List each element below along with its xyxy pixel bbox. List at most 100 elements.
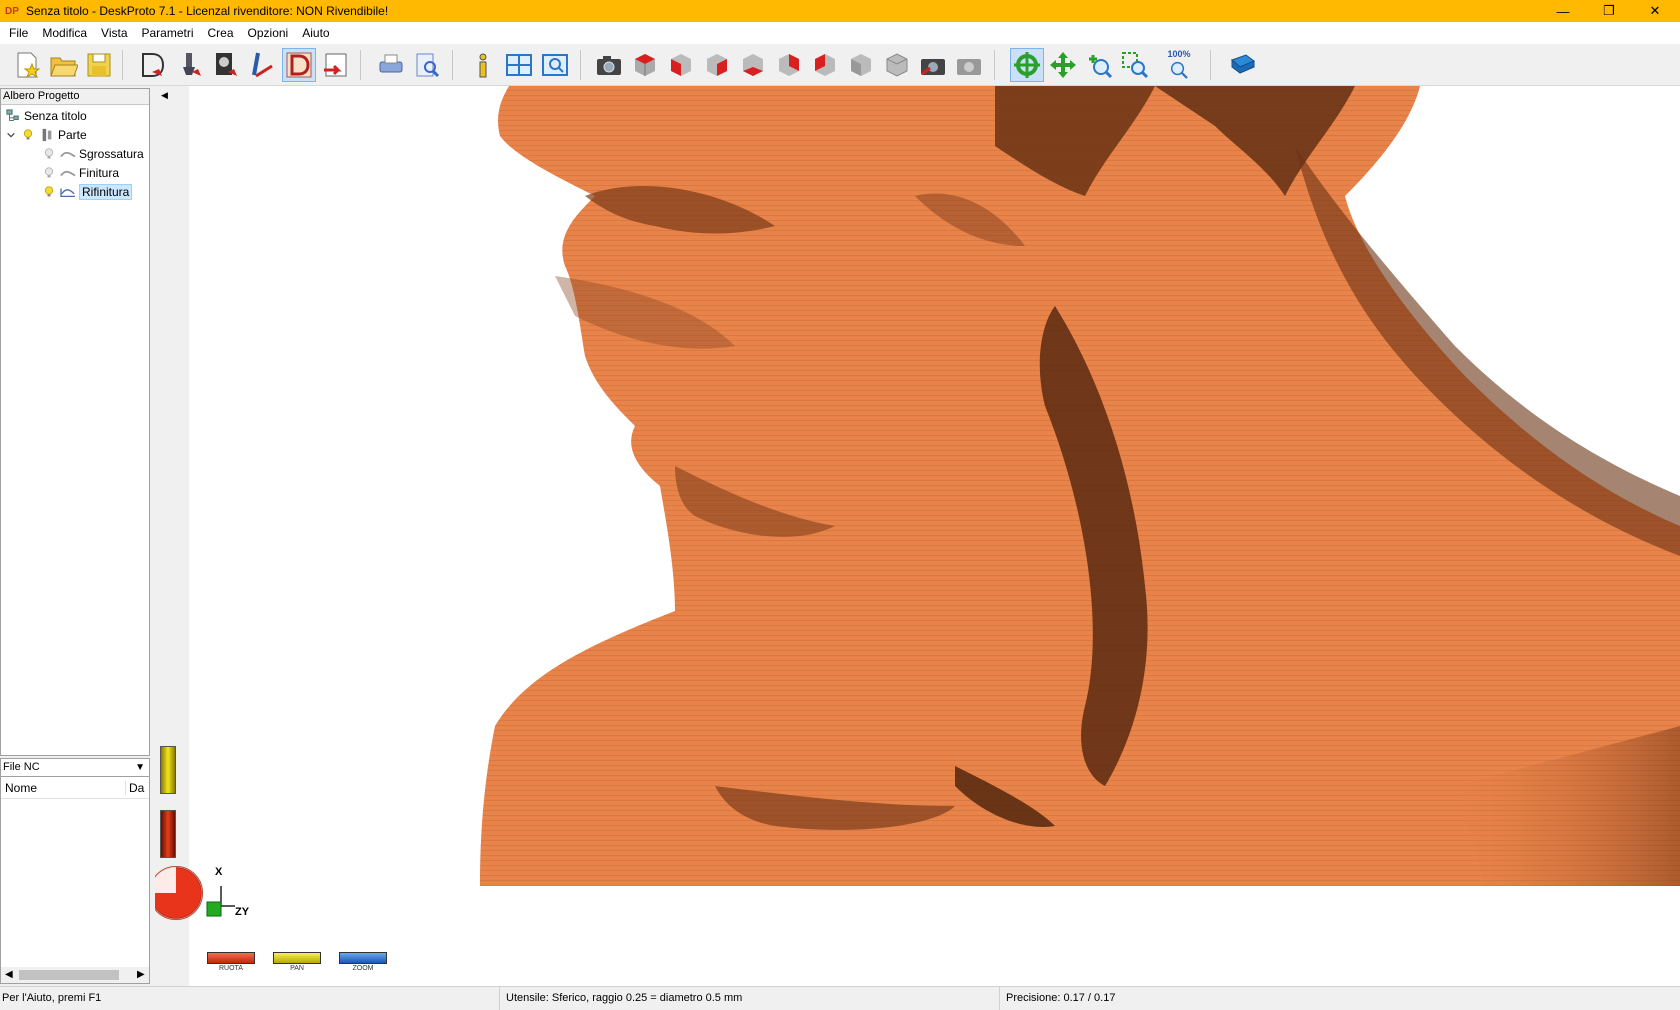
window-title: Senza titolo - DeskProto 7.1 - Licenzal … — [26, 4, 389, 18]
status-bar: Per l'Aiuto, premi F1 Utensile: Sferico,… — [0, 986, 1680, 1010]
tree-node-rifinitura[interactable]: Rifinitura — [41, 183, 133, 201]
toolpath-icon — [60, 165, 76, 181]
toolpath-icon — [60, 184, 76, 200]
tree-node-finitura[interactable]: Finitura — [41, 164, 119, 182]
zoom-mode-label: ZOOM — [352, 965, 374, 972]
view-iso-icon[interactable] — [628, 48, 662, 82]
rotate-mode-button[interactable]: RUOTA — [207, 952, 255, 974]
view-gray-icon[interactable] — [880, 48, 914, 82]
tree-finitura-label: Finitura — [79, 166, 120, 180]
scroll-left-icon[interactable]: ◀ — [5, 967, 13, 983]
new-file-icon[interactable] — [10, 48, 44, 82]
scrollbar-thumb[interactable] — [19, 970, 119, 980]
book-icon[interactable] — [1226, 48, 1260, 82]
menu-bar: File Modifica Vista Parametri Crea Opzio… — [0, 22, 1680, 44]
nc-file-dropdown[interactable]: File NC ▼ — [1, 759, 149, 777]
camera-gray-icon[interactable] — [952, 48, 986, 82]
tree-node-parte[interactable]: Parte — [5, 126, 87, 144]
menu-crea[interactable]: Crea — [201, 23, 241, 43]
nc-file-dropdown-label: File NC — [3, 761, 40, 773]
tile-view-icon[interactable] — [502, 48, 536, 82]
zoom-mode-button[interactable]: ZOOM — [339, 952, 387, 974]
status-precision: Precisione: 0.17 / 0.17 — [1006, 992, 1116, 1004]
menu-vista[interactable]: Vista — [94, 23, 134, 43]
axis-cube-icon — [206, 886, 235, 917]
status-tool: Utensile: Sferico, raggio 0.25 = diametr… — [504, 987, 1000, 1010]
app-logo-icon: DP — [5, 5, 19, 17]
menu-file[interactable]: File — [2, 23, 35, 43]
restore-button[interactable]: ❐ — [1586, 0, 1632, 22]
lightbulb-off-icon[interactable] — [41, 165, 57, 181]
part-icon — [39, 127, 55, 143]
tree-node-root[interactable]: Senza titolo — [5, 107, 87, 125]
print-icon[interactable] — [374, 48, 408, 82]
tree-rifinitura-label: Rifinitura — [79, 184, 133, 200]
chevron-down-icon[interactable] — [5, 127, 17, 143]
zoom-window-icon[interactable] — [1118, 48, 1152, 82]
tool-params-icon[interactable] — [244, 48, 278, 82]
title-bar: DP Senza titolo - DeskProto 7.1 - Licenz… — [0, 0, 1680, 22]
toolpath-icon — [60, 146, 76, 162]
close-button[interactable]: ✕ — [1632, 0, 1678, 22]
tree-node-sgrossatura[interactable]: Sgrossatura — [41, 145, 144, 163]
menu-opzioni[interactable]: Opzioni — [241, 23, 296, 43]
lightbulb-off-icon[interactable] — [41, 146, 57, 162]
rotate-icon[interactable] — [1010, 48, 1044, 82]
part-params-icon[interactable] — [136, 48, 170, 82]
pan-icon[interactable] — [1046, 48, 1080, 82]
tree-sgrossatura-label: Sgrossatura — [79, 147, 144, 161]
column-data[interactable]: Da — [125, 781, 144, 795]
geometry-params-icon[interactable] — [208, 48, 242, 82]
view-top-icon[interactable] — [736, 48, 770, 82]
zoom-icon[interactable] — [1082, 48, 1116, 82]
view-bottom-icon[interactable] — [844, 48, 878, 82]
lightbulb-on-icon[interactable] — [20, 127, 36, 143]
save-disk-icon[interactable] — [82, 48, 116, 82]
column-nome[interactable]: Nome — [5, 781, 37, 795]
deskproto-d-icon[interactable] — [282, 48, 316, 82]
dropdown-arrow-icon: ▼ — [135, 762, 145, 773]
view-right-icon[interactable] — [700, 48, 734, 82]
toolbar: 100% — [0, 44, 1680, 86]
menu-parametri[interactable]: Parametri — [135, 23, 201, 43]
zoom-100-label: 100% — [1167, 49, 1191, 59]
camera-red-icon[interactable] — [916, 48, 950, 82]
left-panel: Albero Progetto Senza titolo Parte Sgros… — [0, 86, 152, 986]
nc-list-header: Nome Da — [1, 777, 149, 799]
info-icon[interactable] — [466, 48, 500, 82]
collapse-panel-icon[interactable]: ◀ — [161, 90, 168, 101]
project-tree: Albero Progetto Senza titolo Parte Sgros… — [0, 88, 150, 756]
write-nc-icon[interactable] — [318, 48, 352, 82]
scroll-right-icon[interactable]: ▶ — [137, 967, 145, 983]
axis-zy-label: ZY — [235, 906, 250, 918]
zoom-100-icon[interactable]: 100% — [1162, 48, 1196, 82]
view-left-icon[interactable] — [808, 48, 842, 82]
operation-params-icon[interactable] — [172, 48, 206, 82]
menu-modifica[interactable]: Modifica — [35, 23, 94, 43]
red-slider[interactable] — [160, 810, 176, 858]
tree-root-label: Senza titolo — [24, 109, 87, 123]
camera-icon[interactable] — [592, 48, 626, 82]
nc-horizontal-scrollbar[interactable]: ◀ ▶ — [1, 967, 149, 983]
open-folder-icon[interactable] — [46, 48, 80, 82]
menu-aiuto[interactable]: Aiuto — [295, 23, 336, 43]
pan-mode-button[interactable]: PAN — [273, 952, 321, 974]
rotate-dial-icon[interactable] — [155, 864, 205, 922]
rotate-mode-label: RUOTA — [219, 965, 243, 972]
3d-model-render — [480, 86, 1680, 886]
view-back-icon[interactable] — [772, 48, 806, 82]
nc-file-panel: File NC ▼ Nome Da ◀ ▶ — [0, 758, 150, 984]
yellow-slider[interactable] — [160, 746, 176, 794]
axis-indicator: X ZY — [206, 866, 275, 926]
status-help: Per l'Aiuto, premi F1 — [0, 987, 500, 1010]
print-preview-icon[interactable] — [410, 48, 444, 82]
view-zoom-icon[interactable] — [538, 48, 572, 82]
minimize-button[interactable]: — — [1540, 0, 1586, 22]
view-front-icon[interactable] — [664, 48, 698, 82]
pan-mode-label: PAN — [290, 965, 304, 972]
tree-parte-label: Parte — [58, 128, 87, 142]
lightbulb-on-icon[interactable] — [41, 184, 57, 200]
project-icon — [5, 108, 21, 124]
3d-viewport[interactable]: ◀ X ZY RUOTA PAN ZOOM — [155, 86, 1680, 986]
project-tree-header: Albero Progetto — [1, 89, 149, 105]
